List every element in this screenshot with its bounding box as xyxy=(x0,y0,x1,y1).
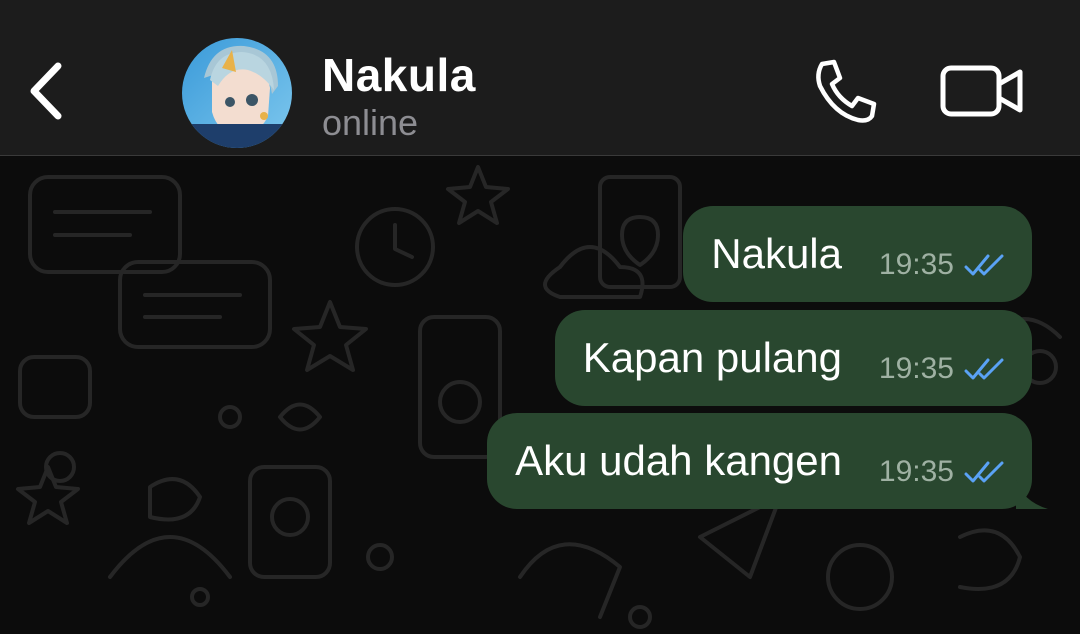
video-call-button[interactable] xyxy=(938,60,1028,122)
message-meta: 19:35 xyxy=(879,248,1006,282)
contact-status: online xyxy=(322,102,419,143)
chat-header: Nakula online xyxy=(0,0,1080,156)
double-check-icon xyxy=(964,254,1004,276)
phone-icon xyxy=(816,59,877,123)
double-check-icon xyxy=(964,358,1004,380)
chevron-left-icon xyxy=(30,62,62,120)
message-text: Nakula xyxy=(711,230,842,277)
message-text: Kapan pulang xyxy=(582,334,842,381)
bubble-tail xyxy=(1016,479,1048,509)
chat-screen: Nakula online Nakula 19:35 Kapan pulang … xyxy=(0,0,1080,634)
back-button[interactable] xyxy=(22,58,72,124)
message-meta: 19:35 xyxy=(879,352,1006,386)
message-bubble[interactable]: Nakula 19:35 xyxy=(683,206,1032,302)
message-time: 19:35 xyxy=(878,455,954,488)
avatar[interactable] xyxy=(182,38,292,148)
message-bubble[interactable]: Aku udah kangen 19:35 xyxy=(487,413,1048,509)
message-meta: 19:35 xyxy=(879,455,1006,489)
message-text: Aku udah kangen xyxy=(515,437,842,484)
double-check-icon xyxy=(964,461,1004,483)
message-time: 19:35 xyxy=(878,248,954,281)
video-camera-icon xyxy=(940,65,1023,117)
avatar-image xyxy=(182,38,292,148)
contact-name[interactable]: Nakula xyxy=(322,48,476,102)
message-bubble[interactable]: Kapan pulang 19:35 xyxy=(554,310,1032,406)
message-list[interactable]: Nakula 19:35 Kapan pulang 19:35 Aku udah… xyxy=(0,157,1080,634)
message-time: 19:35 xyxy=(878,352,954,385)
voice-call-button[interactable] xyxy=(808,56,884,126)
